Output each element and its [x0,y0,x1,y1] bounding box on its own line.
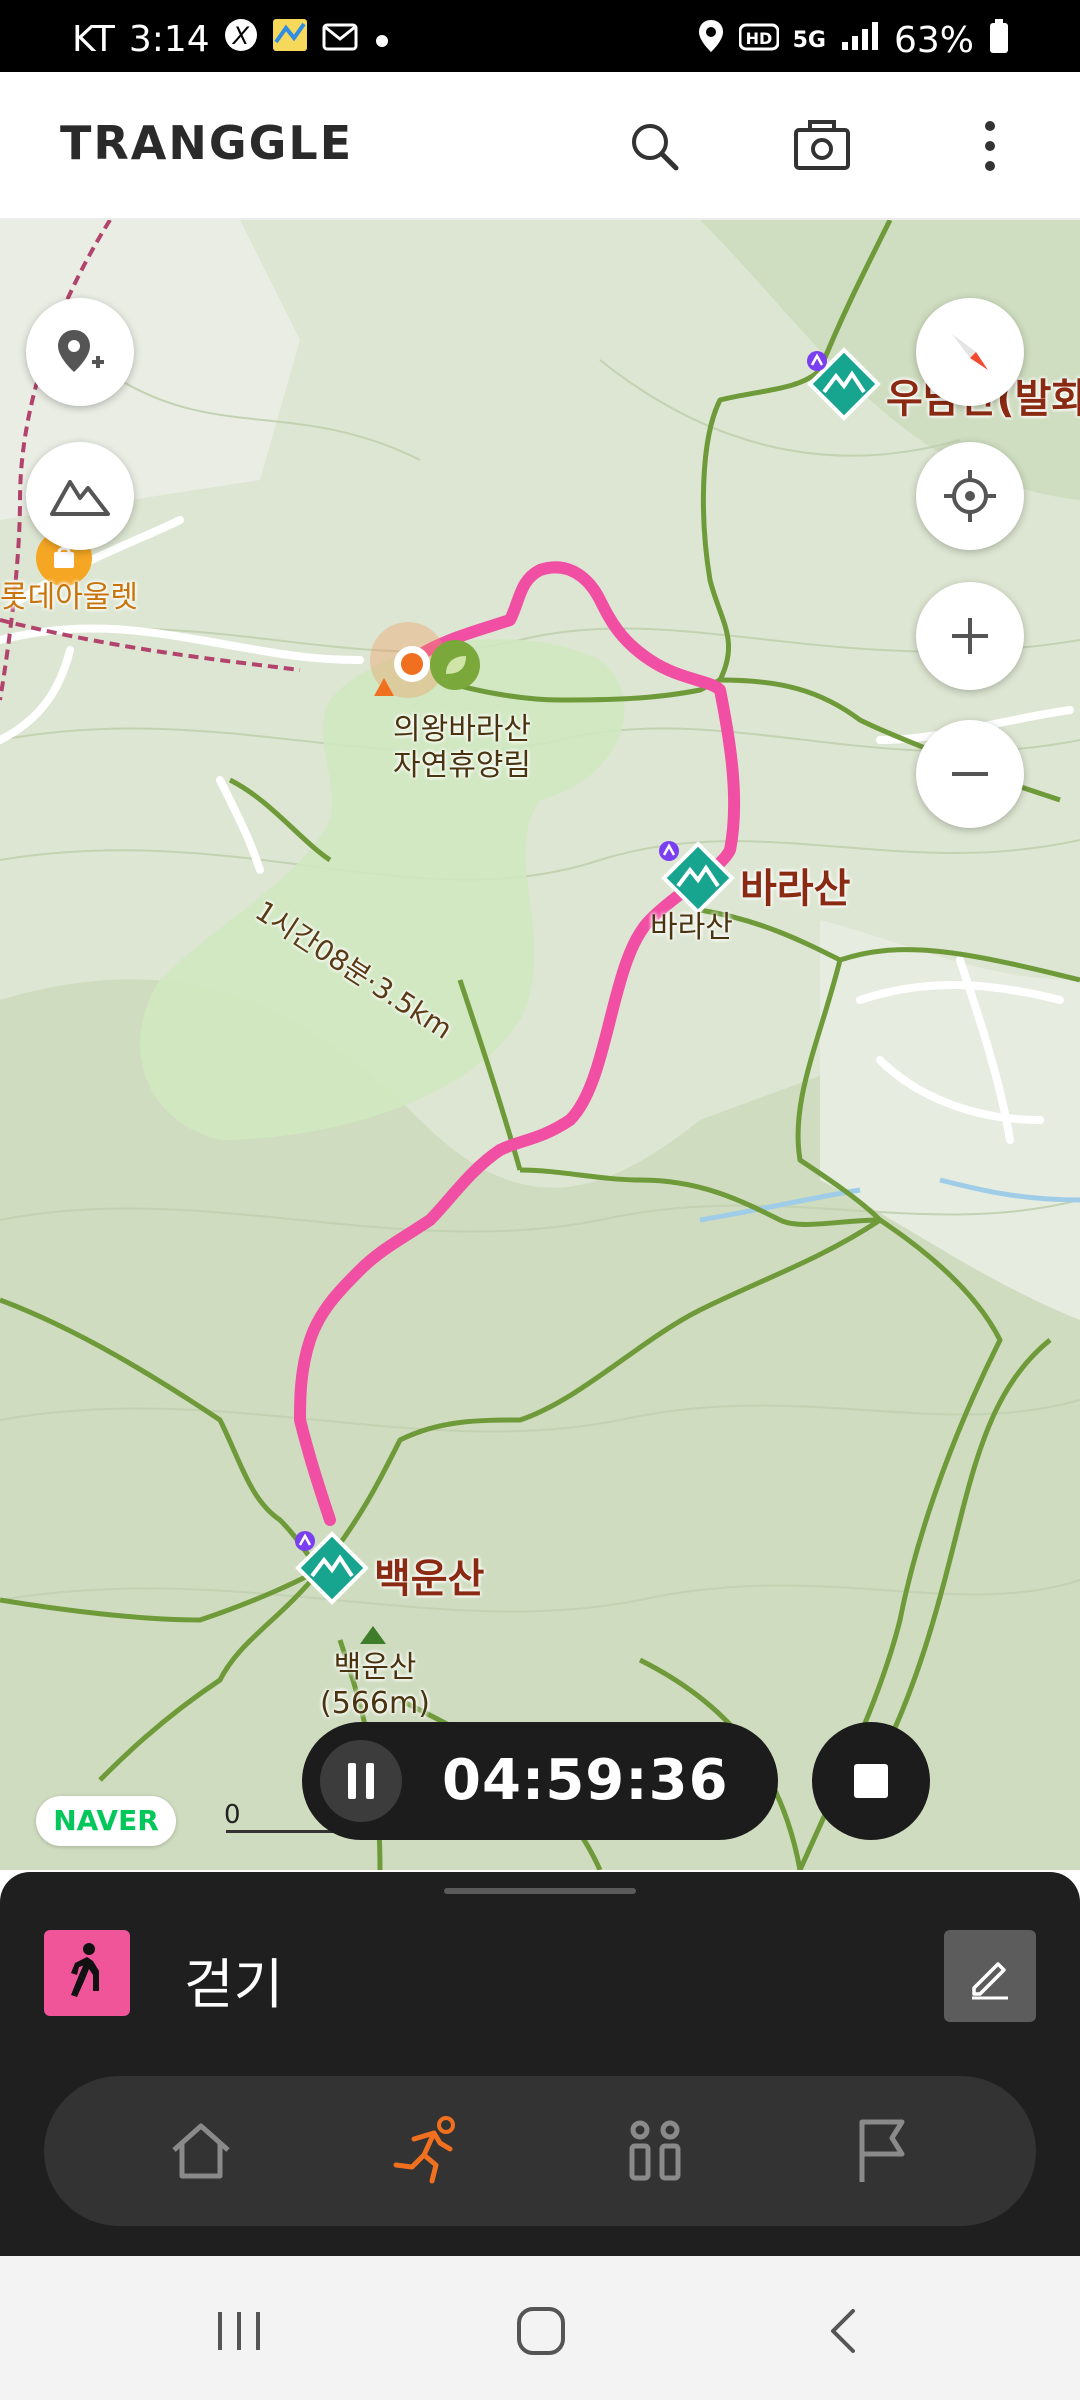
running-icon [393,2116,455,2184]
add-pin-icon [58,330,104,372]
zoom-out-button[interactable] [916,720,1024,828]
bottom-sheet: 걷기 [0,1872,1080,2256]
clock: 3:14 [128,19,210,60]
carrier-label: KT [72,19,115,60]
stop-icon [854,1764,888,1798]
status-bar: KT 3:14 X HD 5G 63% [0,0,1080,72]
map-canvas [0,220,1080,1870]
signal-icon [840,20,880,61]
battery-icon [988,18,1010,63]
edit-pencil-icon [972,1962,1008,2000]
mail-icon [322,19,358,60]
recent-apps-icon [218,2312,260,2350]
forest-name-label: 의왕바라산 자연휴양림 [393,712,531,783]
peak-label-barasan: 바라산 [740,866,851,912]
more-menu-button[interactable] [952,108,1028,184]
location-pin-icon [697,18,725,63]
system-navigation-bar [0,2256,1080,2400]
people-icon [629,2120,681,2181]
camera-icon [794,120,850,170]
nav-goals[interactable] [841,2111,921,2191]
walking-icon [71,1943,99,1997]
back-chevron-icon [831,2309,855,2353]
peak-badge-icon [658,840,680,866]
zoom-in-button[interactable] [916,582,1024,690]
peak-badge-icon [806,350,828,376]
map-scale-label: 0 [224,1800,241,1830]
search-button[interactable] [616,108,692,184]
terrain-button[interactable] [26,442,134,550]
app-header: TRANGGLE [0,72,1080,220]
map-view[interactable]: 1시간08분·3.5km 롯데아울렛 의왕바라산 자연휴양림 우담산(발화 바라… [0,220,1080,1870]
my-location-button[interactable] [916,442,1024,550]
tracking-timer: 04:59:36 [302,1722,778,1840]
network-label: 5G [792,28,826,53]
plus-icon [952,618,988,654]
bottom-nav [44,2076,1036,2226]
battery-percent: 63% [893,20,974,61]
map-app-icon [272,18,308,61]
hd-icon: HD [738,20,780,61]
activity-label: 걷기 [184,1953,284,2016]
back-button[interactable] [808,2296,878,2366]
stop-button[interactable] [812,1722,930,1840]
minus-icon [952,772,988,776]
home-system-button[interactable] [506,2296,576,2366]
sheet-grabber[interactable] [444,1888,636,1894]
svg-text:X: X [230,22,249,50]
nav-home[interactable] [161,2111,241,2191]
home-outline-icon [517,2307,565,2355]
app-logo: TRANGGLE [60,116,354,170]
camera-button[interactable] [784,108,860,184]
summit-triangle-icon [358,1624,388,1650]
elapsed-time: 04:59:36 [442,1748,729,1813]
notification-dot-icon [372,19,392,60]
search-icon [632,124,679,171]
mountain-icon [50,480,110,516]
edit-button[interactable] [944,1930,1036,2022]
peak-badge-icon [294,1530,316,1556]
nav-community[interactable] [615,2111,695,2191]
peak-sublabel-baegunsan: 백운산 (566m) [320,1650,430,1721]
place-label-outlet: 롯데아울렛 [0,580,138,615]
more-vertical-icon [985,121,995,171]
x-app-icon: X [224,18,258,61]
campsite-icon [372,676,396,702]
pause-button[interactable] [320,1740,402,1822]
peak-label-baegunsan: 백운산 [374,1556,485,1602]
pause-icon [348,1763,374,1799]
nav-activity[interactable] [387,2111,467,2191]
recent-apps-button[interactable] [204,2296,274,2366]
forest-leaf-icon [430,640,480,690]
flag-icon [859,2119,905,2182]
compass-icon [952,334,988,370]
compass-button[interactable] [916,298,1024,406]
current-location-dot [394,646,430,682]
peak-sublabel-barasan: 바라산 [650,910,733,945]
naver-logo: NAVER [36,1796,176,1846]
svg-text:HD: HD [745,29,772,48]
activity-type-badge [44,1930,130,2016]
add-location-button[interactable] [26,298,134,406]
crosshair-icon [944,470,996,522]
home-icon [172,2123,230,2179]
